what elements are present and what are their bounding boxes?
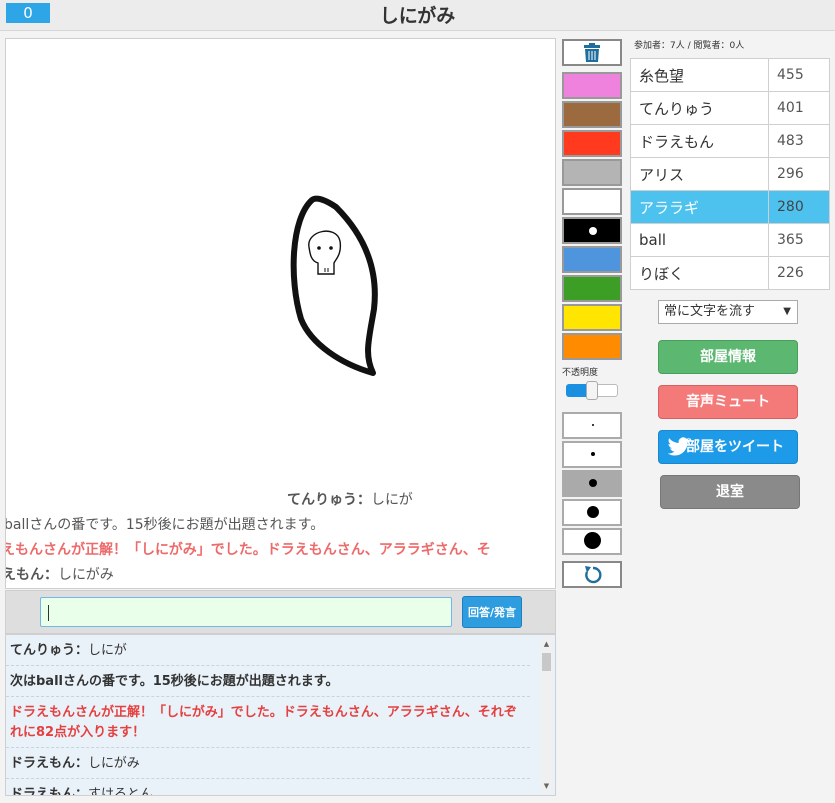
color-swatch[interactable]: [562, 130, 622, 157]
flow-message: えもん：しにがみ: [5, 567, 114, 583]
log-row: ドラえもん：しにがみ: [6, 748, 530, 779]
opacity-slider[interactable]: [566, 381, 618, 400]
player-score: 280: [768, 190, 830, 224]
undo-button[interactable]: [562, 561, 622, 588]
log-scrollbar[interactable]: ▲ ▼: [541, 637, 552, 793]
log-row: てんりゅう：しにが: [6, 635, 530, 666]
page-title: しにがみ: [379, 5, 456, 27]
brush-size-2[interactable]: [562, 441, 622, 468]
player-score: 365: [768, 223, 830, 257]
tweet-button-label: 部屋をツイート: [686, 439, 784, 455]
log-row: 次はballさんの番です。15秒後にお題が出題されます。: [6, 666, 530, 697]
player-row: ball 365: [630, 223, 830, 257]
color-swatch[interactable]: [562, 333, 622, 360]
answer-button[interactable]: 回答/発言: [462, 596, 522, 628]
opacity-knob[interactable]: [586, 381, 598, 400]
brush-size-4[interactable]: [562, 499, 622, 526]
player-score: 483: [768, 124, 830, 158]
clear-canvas-button[interactable]: [562, 39, 622, 66]
color-swatch[interactable]: [562, 246, 622, 273]
mute-button[interactable]: 音声ミュート: [658, 385, 798, 419]
log-row: ドラえもんさんが正解！「しにがみ」でした。ドラえもんさん、アララギさん、それぞれ…: [6, 697, 530, 748]
player-name: りぼく: [630, 256, 769, 290]
scroll-down-icon[interactable]: ▼: [541, 781, 552, 791]
player-name: アララギ: [630, 190, 769, 224]
top-bar: 0 しにがみ: [0, 0, 835, 31]
twitter-bird-icon: [667, 437, 690, 456]
text-caret: [48, 605, 49, 621]
chevron-down-icon: ▼: [783, 306, 791, 317]
scroll-up-icon[interactable]: ▲: [541, 639, 552, 649]
player-row: ドラえもん 483: [630, 124, 830, 158]
flow-message: ballさんの番です。15秒後にお題が出題されます。: [5, 517, 325, 533]
player-scoreboard: 糸色望 455 てんりゅう 401 ドラえもん 483 アリス 296 アララギ 280 ball 3…: [630, 58, 830, 290]
color-swatch[interactable]: [562, 217, 622, 244]
chat-input-bar: 回答/発言: [5, 590, 556, 634]
brush-size-1[interactable]: [562, 412, 622, 439]
color-swatch[interactable]: [562, 188, 622, 215]
participant-counts: 参加者：7人 / 閲覧者：0人: [634, 41, 745, 51]
player-row: アララギ 280: [630, 190, 830, 224]
player-score: 401: [768, 91, 830, 125]
player-score: 455: [768, 58, 830, 92]
player-name: アリス: [630, 157, 769, 191]
player-score: 226: [768, 256, 830, 290]
drawing-canvas[interactable]: てんりゅう：しにが ballさんの番です。15秒後にお題が出題されます。 えもん…: [5, 38, 556, 589]
text-flow-select[interactable]: 常に文字を流す ▼: [658, 300, 798, 324]
leave-room-button[interactable]: 退室: [660, 475, 800, 509]
color-swatch[interactable]: [562, 72, 622, 99]
player-name: ball: [630, 223, 769, 257]
scroll-thumb[interactable]: [542, 653, 551, 671]
trash-icon: [584, 43, 600, 62]
color-swatch[interactable]: [562, 304, 622, 331]
color-swatch[interactable]: [562, 101, 622, 128]
brush-size-5[interactable]: [562, 528, 622, 555]
chat-log: てんりゅう：しにが 次はballさんの番です。15秒後にお題が出題されます。 ド…: [5, 634, 556, 796]
brush-size-3[interactable]: [562, 470, 622, 497]
answer-input[interactable]: [40, 597, 452, 627]
undo-icon: [585, 566, 602, 584]
player-name: 糸色望: [630, 58, 769, 92]
player-name: てんりゅう: [630, 91, 769, 125]
opacity-label: 不透明度: [562, 368, 599, 378]
player-row: てんりゅう 401: [630, 91, 830, 125]
log-row: ドラえもん：すけるとん: [6, 779, 530, 795]
player-row: 糸色望 455: [630, 58, 830, 92]
player-row: りぼく 226: [630, 256, 830, 290]
color-swatch[interactable]: [562, 159, 622, 186]
text-flow-value: 常に文字を流す: [664, 304, 756, 319]
room-info-button[interactable]: 部屋情報: [658, 340, 798, 374]
color-swatch[interactable]: [562, 275, 622, 302]
player-score: 296: [768, 157, 830, 191]
player-name: ドラえもん: [630, 124, 769, 158]
tweet-button[interactable]: 部屋をツイート: [658, 430, 798, 464]
drawing: [290, 195, 378, 376]
player-row: アリス 296: [630, 157, 830, 191]
flow-message: えもんさんが正解！「しにがみ」でした。ドラえもんさん、アララギさん、そ: [5, 542, 491, 558]
flow-message: てんりゅう：しにが: [287, 492, 413, 508]
